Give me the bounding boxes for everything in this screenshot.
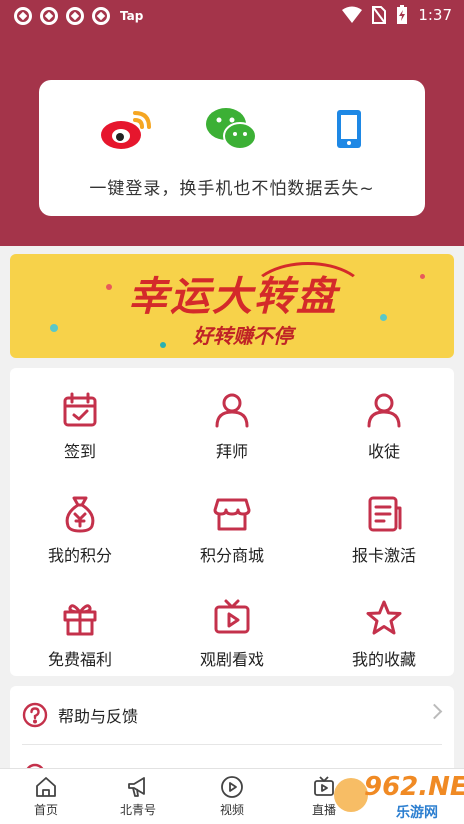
user-icon (215, 393, 249, 428)
wechat-icon (206, 108, 257, 150)
play-icon (221, 776, 243, 798)
site-watermark: 962.NET 乐游网 (330, 772, 464, 824)
feature-grid: 签到 拜师 收徒 我的积分 积分商城 报卡激活 免费福利 观剧看戏 我的收藏 (10, 368, 454, 676)
confetti (50, 324, 58, 332)
tab-label: 首页 (33, 803, 58, 817)
card-icon (368, 496, 402, 532)
notification-app-icon (66, 7, 84, 25)
phone-icon (337, 110, 361, 148)
battery-charging-icon (397, 5, 408, 24)
gift-icon (63, 604, 97, 636)
calendar-check-icon (63, 392, 97, 427)
no-sim-icon (372, 6, 387, 24)
grid-item-label: 签到 (63, 442, 96, 461)
tab-label: 视频 (219, 803, 244, 817)
confetti (160, 342, 166, 348)
banner-title: 幸运大转盘 (128, 274, 338, 320)
status-bar: Tap 1:37 (0, 0, 464, 32)
tab-video[interactable]: 视频 (192, 769, 272, 824)
notification-app-icon (40, 7, 58, 25)
confetti (380, 314, 387, 321)
clock: 1:37 (418, 6, 452, 24)
confetti (106, 284, 112, 290)
grid-item-label: 报卡激活 (351, 546, 416, 565)
tap-label: Tap (120, 9, 144, 23)
grid-item-my-points[interactable]: 我的积分 (10, 478, 150, 574)
grid-item-watch-shows[interactable]: 观剧看戏 (162, 582, 302, 678)
confetti (420, 274, 425, 279)
home-icon (36, 777, 56, 797)
grid-item-points-mall[interactable]: 积分商城 (162, 478, 302, 574)
banner-subtitle: 好转赚不停 (193, 324, 293, 348)
question-icon (22, 702, 48, 728)
login-prompt: 一键登录，换手机也不怕数据丢失~ (89, 179, 375, 199)
tv-icon (214, 599, 250, 634)
weibo-icon (101, 111, 151, 149)
list-item-label: 帮助与反馈 (58, 707, 139, 726)
watermark-sub: 乐游网 (396, 805, 438, 821)
grid-item-label: 我的积分 (47, 546, 112, 565)
grid-item-label: 我的收藏 (351, 650, 416, 669)
chevron-right-icon (426, 703, 443, 720)
star-icon (366, 600, 402, 635)
weibo-login-button[interactable] (99, 106, 155, 152)
grid-item-find-master[interactable]: 拜师 (162, 374, 302, 470)
grid-item-label: 免费福利 (47, 650, 112, 669)
grid-item-label: 拜师 (215, 442, 248, 461)
user-icon (367, 393, 401, 428)
grid-item-take-apprentice[interactable]: 收徒 (314, 374, 454, 470)
money-bag-icon (65, 496, 95, 533)
grid-item-card-activation[interactable]: 报卡激活 (314, 478, 454, 574)
watermark-logo (334, 778, 368, 812)
phone-login-button[interactable] (321, 106, 377, 152)
tab-beiqing[interactable]: 北青号 (98, 769, 178, 824)
tab-home[interactable]: 首页 (6, 769, 86, 824)
grid-item-label: 观剧看戏 (199, 650, 264, 669)
grid-item-checkin[interactable]: 签到 (10, 374, 150, 470)
store-icon (213, 498, 251, 531)
wifi-icon (342, 6, 363, 23)
login-card: 一键登录，换手机也不怕数据丢失~ (39, 80, 425, 216)
grid-item-my-favorites[interactable]: 我的收藏 (314, 582, 454, 678)
grid-item-free-benefits[interactable]: 免费福利 (10, 582, 150, 678)
list-item-help-feedback[interactable]: 帮助与反馈 (10, 686, 454, 744)
grid-item-label: 积分商城 (199, 546, 264, 565)
megaphone-icon (128, 777, 145, 797)
notification-app-icon (14, 7, 32, 25)
tab-label: 北青号 (119, 803, 156, 817)
wechat-login-button[interactable] (204, 106, 260, 152)
grid-item-label: 收徒 (367, 442, 400, 461)
lucky-wheel-banner[interactable]: 幸运大转盘 好转赚不停 (10, 254, 454, 358)
watermark-brand: 962.NET (364, 772, 464, 802)
notification-app-icon (92, 7, 110, 25)
